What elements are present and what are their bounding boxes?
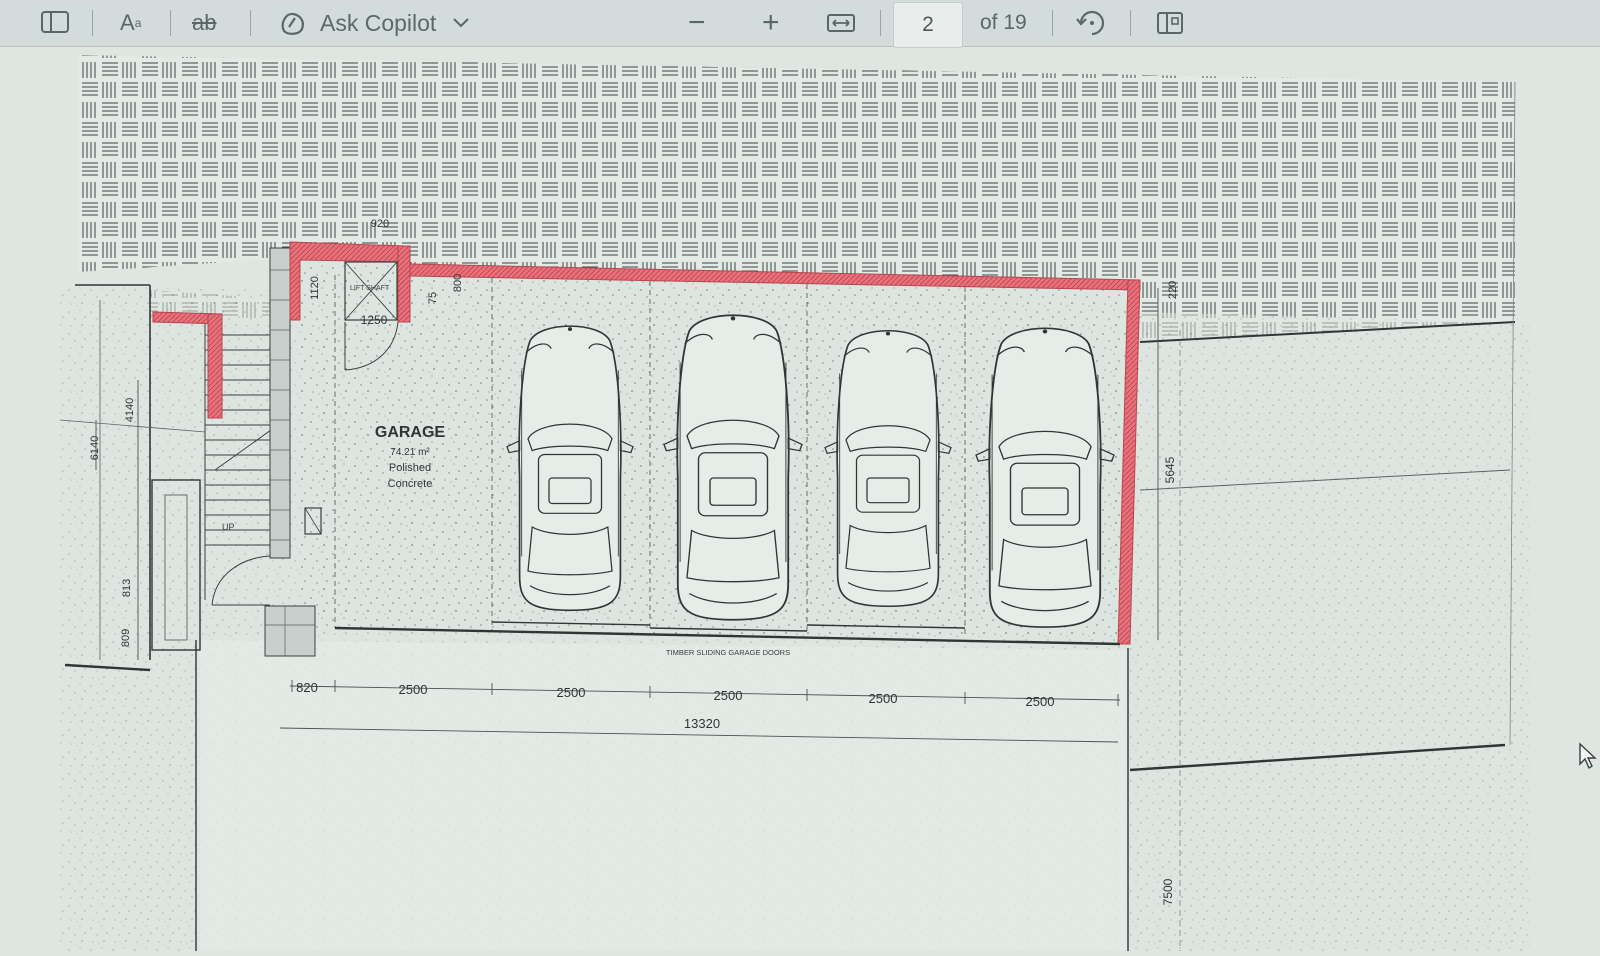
dim-800: 800 xyxy=(452,274,464,292)
lift-wall-right xyxy=(397,245,411,323)
toolbar-separator xyxy=(170,10,171,36)
spell-check-label: ab xyxy=(192,10,217,35)
ask-copilot-button[interactable]: Ask Copilot xyxy=(278,0,470,46)
floor-finish-line1: Polished xyxy=(389,462,431,474)
dim-1250: 1250 xyxy=(361,313,388,327)
toolbar-separator xyxy=(1130,10,1131,36)
page-view-button[interactable] xyxy=(1155,0,1187,46)
dim-75: 75 xyxy=(427,292,439,304)
page-total: of 19 xyxy=(980,0,1027,46)
dim-220: 220 xyxy=(1167,281,1179,299)
dim-1120: 1120 xyxy=(309,276,321,300)
text-size-superscript: a xyxy=(134,16,142,30)
zoom-out-button[interactable]: − xyxy=(688,0,706,46)
pdf-document-view[interactable]: UP LIFT SHAFT GARAGE 74.21 m² Polished C… xyxy=(0,47,1600,951)
dim-920: 920 xyxy=(371,218,389,230)
dim-bay-1: 2500 xyxy=(399,682,428,697)
rotate-icon xyxy=(1076,10,1105,36)
toolbar-separator xyxy=(1052,10,1053,36)
pdf-toolbar: Aa ab Ask Copilot − + 2 of 19 xyxy=(0,0,1600,48)
fit-width-button[interactable] xyxy=(826,0,856,46)
wall-left-vertical xyxy=(207,313,223,419)
dim-bay-4: 2500 xyxy=(869,691,898,706)
dim-total: 13320 xyxy=(684,716,720,731)
car-1 xyxy=(506,325,634,612)
dim-bay-5: 2500 xyxy=(1026,694,1055,709)
current-page-value: 2 xyxy=(922,13,934,36)
text-size-label: A xyxy=(120,10,135,35)
zoom-in-button[interactable]: + xyxy=(762,0,780,46)
ask-copilot-label: Ask Copilot xyxy=(320,9,437,36)
toolbar-separator xyxy=(880,10,881,36)
chevron-down-icon xyxy=(453,18,470,28)
room-area: 74.21 m² xyxy=(390,447,430,458)
copilot-icon xyxy=(281,12,304,35)
spell-check-button[interactable]: ab xyxy=(192,0,216,46)
text-size-button[interactable]: Aa xyxy=(120,0,141,46)
dim-809: 809 xyxy=(120,629,132,647)
rotate-button[interactable] xyxy=(1075,0,1109,46)
stone-wall-left xyxy=(269,247,291,559)
dim-813: 813 xyxy=(121,579,133,597)
mouse-cursor-icon xyxy=(1579,742,1597,770)
room-name: GARAGE xyxy=(375,424,446,441)
door-label: TIMBER SLIDING GARAGE DOORS xyxy=(666,648,790,657)
dim-6140: 6140 xyxy=(89,436,101,460)
dim-4140: 4140 xyxy=(124,398,136,422)
page-total-label: of 19 xyxy=(980,11,1027,34)
car-4 xyxy=(975,327,1115,628)
dim-820: 820 xyxy=(296,680,318,695)
dim-bay-2: 2500 xyxy=(557,685,586,700)
fit-width-icon xyxy=(827,14,855,32)
car-2 xyxy=(663,314,803,621)
zoom-in-symbol: + xyxy=(762,6,780,39)
lift-shaft-label: LIFT SHAFT xyxy=(350,285,390,292)
dim-bay-3: 2500 xyxy=(714,688,743,703)
panel-toggle-icon[interactable] xyxy=(40,0,72,46)
car-3 xyxy=(824,329,952,608)
floor-plan-drawing: UP LIFT SHAFT GARAGE 74.21 m² Polished C… xyxy=(59,55,1530,951)
dim-7500: 7500 xyxy=(1161,878,1175,905)
zoom-out-symbol: − xyxy=(688,6,706,39)
stair-up-label: UP xyxy=(222,522,235,532)
toolbar-separator xyxy=(92,10,93,36)
toolbar-separator xyxy=(250,10,251,36)
floor-finish-line2: Concrete xyxy=(388,478,433,490)
stone-wall-base xyxy=(264,605,316,657)
page-number-input[interactable]: 2 xyxy=(893,2,963,48)
page-view-icon xyxy=(1157,12,1183,34)
dim-5645: 5645 xyxy=(1163,456,1177,483)
